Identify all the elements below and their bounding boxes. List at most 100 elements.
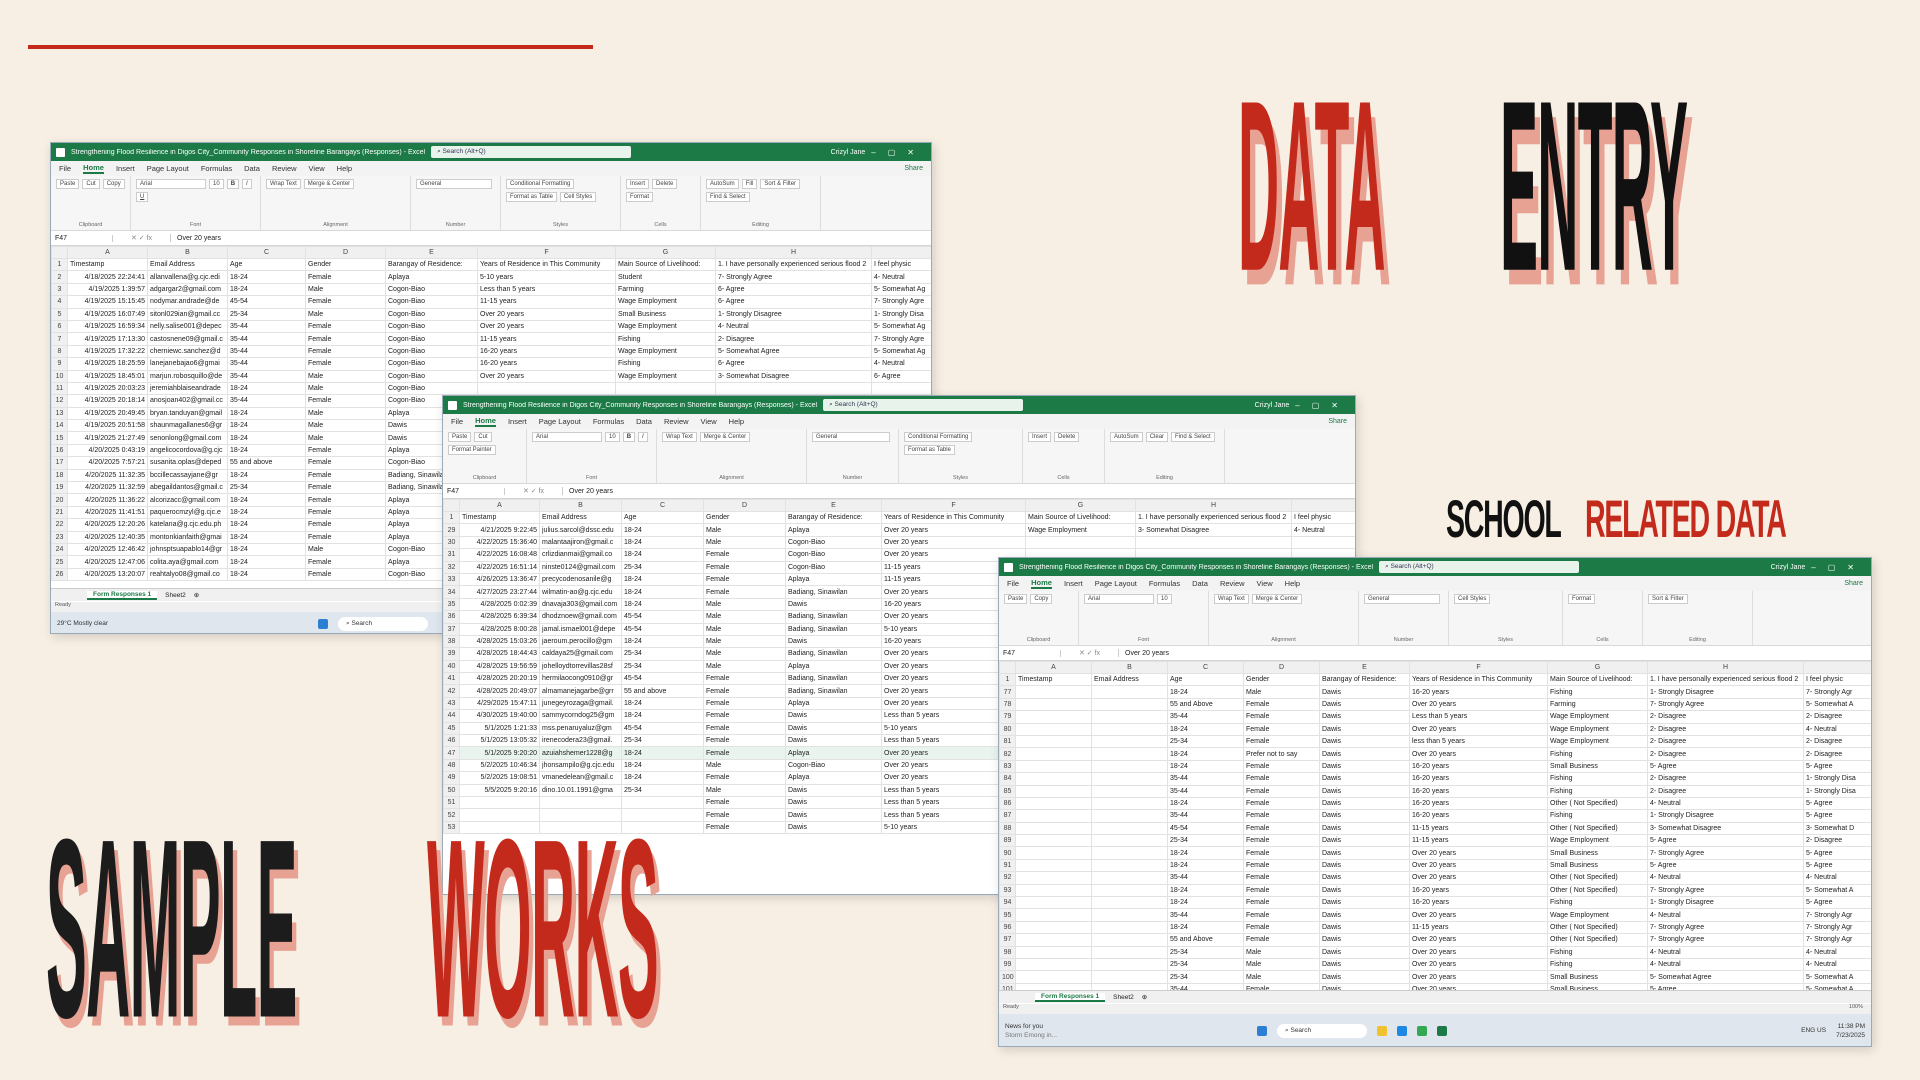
table-cell[interactable] — [1025, 535, 1136, 550]
excel-taskbar-icon[interactable] — [1437, 1025, 1448, 1036]
table-cell[interactable]: 7- Strongly Agre — [871, 332, 931, 346]
table-cell[interactable]: Dawis — [1319, 933, 1410, 947]
table-cell[interactable]: allanvallena@g.cjc.edi — [147, 270, 228, 284]
table-cell[interactable]: adgargar2@gmail.com — [147, 282, 228, 297]
table-cell[interactable]: anosjoan402@gmail.cc — [147, 394, 228, 408]
col-header[interactable] — [1291, 499, 1355, 512]
row-number[interactable]: 17 — [51, 456, 68, 470]
header-cell[interactable]: Gender — [305, 257, 386, 272]
table-cell[interactable]: 4- Neutral — [1803, 945, 1871, 960]
menu-home[interactable]: Home — [475, 416, 496, 427]
col-header[interactable]: E — [1319, 661, 1410, 674]
table-cell[interactable]: Wage Employment — [1547, 734, 1648, 749]
table-cell[interactable]: Cogon-Biao — [385, 319, 478, 334]
table-cell[interactable]: 2- Disagree — [1803, 710, 1871, 724]
table-cell[interactable]: 55 and above — [621, 684, 704, 698]
table-cell[interactable]: Wage Employment — [1547, 908, 1648, 922]
table-cell[interactable]: Male — [1243, 957, 1320, 972]
table-cell[interactable]: 4/28/2025 8:00:28 — [459, 622, 540, 636]
table-cell[interactable]: 4/19/2025 20:49:45 — [67, 406, 148, 421]
table-cell[interactable]: 4- Neutral — [1803, 871, 1871, 885]
table-cell[interactable] — [1015, 896, 1092, 910]
table-cell[interactable]: Male — [305, 307, 386, 321]
table-cell[interactable]: 4/28/2025 20:20:19 — [459, 672, 540, 686]
table-cell[interactable]: 16-20 years — [1409, 759, 1548, 774]
col-header[interactable]: G — [1025, 499, 1136, 512]
table-cell[interactable] — [1015, 809, 1092, 823]
row-number[interactable]: 49 — [443, 771, 460, 785]
table-cell[interactable]: Cogon-Biao — [785, 535, 882, 550]
table-cell[interactable]: Aplaya — [785, 659, 882, 674]
table-cell[interactable]: Dawis — [1319, 883, 1410, 898]
table-cell[interactable]: Farming — [1547, 697, 1648, 712]
row-number[interactable]: 82 — [999, 747, 1016, 761]
col-header[interactable]: F — [1409, 661, 1548, 674]
wrap-text-button[interactable]: Wrap Text — [662, 432, 697, 442]
table-cell[interactable]: 4/28/2025 15:03:26 — [459, 634, 540, 649]
row-number[interactable]: 21 — [51, 505, 68, 520]
row-number[interactable]: 24 — [51, 542, 68, 557]
table-cell[interactable]: 18-24 — [1167, 759, 1244, 774]
row-number[interactable]: 84 — [999, 772, 1016, 786]
table-cell[interactable]: 11-15 years — [1409, 920, 1548, 935]
table-cell[interactable]: malantaajiron@gmail.c — [539, 535, 622, 550]
table-cell[interactable]: Dawis — [1319, 871, 1410, 885]
row-number[interactable]: 89 — [999, 834, 1016, 848]
table-cell[interactable]: 5- Somewhat Agree — [715, 344, 872, 359]
row-number[interactable]: 86 — [999, 796, 1016, 811]
table-cell[interactable]: Female — [305, 443, 386, 458]
table-cell[interactable]: Dawis — [1319, 722, 1410, 736]
table-cell[interactable]: Male — [305, 542, 386, 557]
table-cell[interactable]: 35-44 — [1167, 784, 1244, 798]
table-cell[interactable]: Dawis — [1319, 809, 1410, 823]
table-cell[interactable] — [1091, 945, 1168, 960]
add-sheet-icon[interactable]: ⊕ — [194, 591, 199, 599]
table-cell[interactable]: Female — [1243, 883, 1320, 898]
table-cell[interactable] — [615, 381, 716, 396]
italic-button[interactable]: I — [242, 179, 252, 189]
table-cell[interactable] — [1091, 809, 1168, 823]
table-cell[interactable]: 35-44 — [227, 394, 306, 408]
col-header[interactable] — [1803, 661, 1871, 674]
table-cell[interactable]: Other ( Not Specified) — [1547, 920, 1648, 935]
table-cell[interactable]: Female — [703, 734, 786, 748]
table-cell[interactable]: 1- Strongly Disagree — [1647, 809, 1804, 823]
table-cell[interactable]: Dawis — [1319, 896, 1410, 910]
row-number[interactable]: 34 — [443, 585, 460, 599]
row-number[interactable]: 43 — [443, 696, 460, 711]
table-cell[interactable]: 35-44 — [1167, 908, 1244, 922]
header-cell[interactable]: Timestamp — [1015, 672, 1092, 687]
table-cell[interactable]: 4/20/2025 12:20:26 — [67, 518, 148, 532]
table-cell[interactable]: reahtalyo08@gmail.co — [147, 567, 228, 582]
row-number[interactable]: 22 — [51, 518, 68, 532]
row-number[interactable]: 19 — [51, 481, 68, 495]
table-cell[interactable]: 4/28/2025 19:56:59 — [459, 659, 540, 674]
table-cell[interactable]: 4/20/2025 12:47:06 — [67, 555, 148, 569]
table-cell[interactable]: 4/28/2025 20:49:07 — [459, 684, 540, 698]
table-cell[interactable]: Cogon-Biao — [385, 357, 478, 371]
row-number[interactable]: 32 — [443, 560, 460, 574]
table-cell[interactable]: 55 and above — [227, 456, 306, 470]
table-cell[interactable]: Over 20 years — [1409, 871, 1548, 885]
table-cell[interactable] — [1091, 834, 1168, 848]
table-cell[interactable]: Dawis — [785, 808, 882, 822]
table-cell[interactable]: jhonsampilo@g.cjc.edu — [539, 758, 622, 773]
italic-button[interactable]: I — [638, 432, 648, 442]
table-cell[interactable]: 18-24 — [621, 758, 704, 773]
table-cell[interactable] — [1091, 920, 1168, 935]
table-cell[interactable]: 18-24 — [621, 572, 704, 587]
table-cell[interactable]: Male — [305, 431, 386, 445]
table-cell[interactable]: Small Business — [615, 307, 716, 321]
table-cell[interactable]: Dawis — [1319, 858, 1410, 873]
formula-input[interactable]: Over 20 years — [563, 488, 613, 495]
table-cell[interactable] — [1015, 834, 1092, 848]
menu-formulas[interactable]: Formulas — [201, 164, 232, 173]
table-cell[interactable]: Dawis — [785, 709, 882, 723]
header-cell[interactable]: 1. I have personally experienced serious… — [715, 257, 872, 272]
table-cell[interactable]: Other ( Not Specified) — [1547, 796, 1648, 811]
language-indicator[interactable]: ENG US — [1801, 1027, 1826, 1034]
table-cell[interactable]: 1- Strongly Disa — [1803, 784, 1871, 798]
table-cell[interactable]: 25-34 — [1167, 734, 1244, 749]
table-cell[interactable]: ninste0124@gmail.com — [539, 560, 622, 574]
table-cell[interactable]: 45-54 — [621, 622, 704, 636]
